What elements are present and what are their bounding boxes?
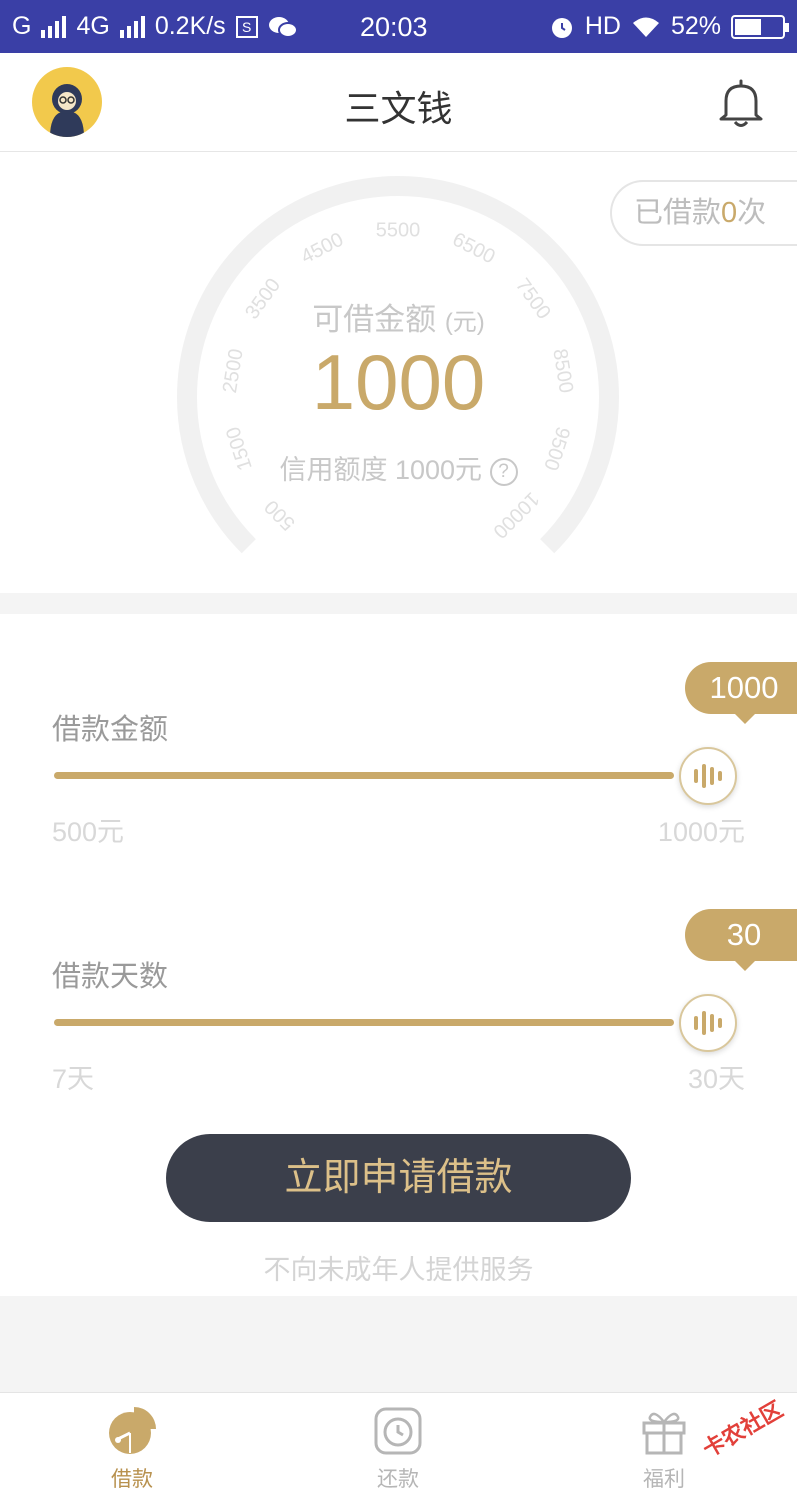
loan-form-card: 1000 借款金额 500元 1000元 30 借款天数 7天 30天 立即申请…: [0, 614, 797, 1296]
nav-label-welfare: 福利: [643, 1468, 685, 1491]
gift-icon: [642, 1412, 686, 1455]
amount-min-label: 500元: [52, 817, 125, 847]
carrier-2: 4G: [76, 12, 110, 40]
signal-icon-2: [119, 15, 145, 38]
wechat-icon: [268, 16, 298, 38]
status-left: G 4G 0.2K/s S: [12, 12, 298, 41]
minor-notice: 不向未成年人提供服务: [263, 1255, 534, 1285]
credit-line: 信用额度 1000元 ?: [0, 448, 797, 487]
credit-line-text: 信用额度 1000元: [279, 455, 483, 485]
gauge-tick-label: 500: [261, 495, 300, 534]
nav-item-loan[interactable]: 借款: [72, 1405, 192, 1493]
repay-clock-icon: [374, 1407, 422, 1455]
amount-slider-track[interactable]: [54, 772, 674, 779]
gauge-tick-label: 6500: [449, 229, 499, 269]
nav-item-repay[interactable]: 还款: [338, 1405, 458, 1493]
days-max-label: 30天: [687, 1064, 745, 1094]
battery-icon: [731, 14, 789, 39]
bottom-nav: 借款 还款 福利: [0, 1392, 797, 1500]
available-label: 可借金额 (元): [0, 294, 797, 339]
wifi-icon: [632, 17, 659, 37]
gauge-tick-label: 10000: [488, 487, 543, 542]
app-header: 三文钱: [0, 53, 797, 152]
borrowed-count: 0: [721, 197, 738, 229]
network-speed: 0.2K/s: [154, 12, 226, 40]
amount-label: 借款金额: [52, 714, 169, 746]
page-title: 三文钱: [344, 88, 453, 129]
amount-max-label: 1000元: [657, 817, 745, 847]
amount-slider-block: 1000 借款金额 500元 1000元: [0, 660, 797, 860]
nav-label-loan: 借款: [111, 1468, 153, 1491]
amount-value-bubble: 1000: [685, 662, 797, 724]
sim-icon: S: [235, 15, 258, 38]
days-min-label: 7天: [52, 1064, 95, 1094]
alarm-icon: [551, 17, 572, 38]
amount-slider-thumb[interactable]: [679, 747, 737, 805]
bell-icon[interactable]: [715, 77, 767, 129]
days-slider-track[interactable]: [54, 1019, 674, 1026]
help-icon[interactable]: ?: [489, 458, 518, 486]
clock: 20:03: [360, 12, 428, 42]
carrier-1: G: [12, 12, 32, 40]
status-right: HD 52%: [549, 12, 789, 41]
gauge-tick-label: 4500: [297, 229, 347, 269]
borrowed-suffix: 次: [737, 197, 767, 229]
signal-icon: [41, 15, 67, 38]
borrowed-prefix: 已借款: [634, 197, 722, 229]
available-amount: 1000: [311, 338, 486, 426]
borrowed-count-badge[interactable]: 已借款0次: [610, 180, 797, 246]
status-bar: G 4G 0.2K/s S 20:03 HD 52%: [0, 0, 797, 53]
available-unit: (元): [444, 309, 485, 336]
days-label: 借款天数: [52, 961, 169, 993]
available-label-text: 可借金额: [312, 302, 437, 337]
credit-gauge-card: 500 1500 2500 3500 4500 5500 6500 7500 8500 9500 1…: [0, 152, 797, 593]
nav-label-repay: 还款: [377, 1468, 419, 1491]
apply-loan-button[interactable]: 立即申请借款: [166, 1134, 631, 1222]
days-slider-block: 30 借款天数 7天 30天: [0, 907, 797, 1107]
days-slider-thumb[interactable]: [679, 994, 737, 1052]
hd-indicator: HD: [584, 12, 621, 40]
days-value-bubble: 30: [685, 909, 797, 971]
gauge-tick-label: 5500: [376, 219, 421, 241]
battery-percent: 52%: [670, 12, 721, 40]
loan-pie-icon: [109, 1407, 156, 1454]
